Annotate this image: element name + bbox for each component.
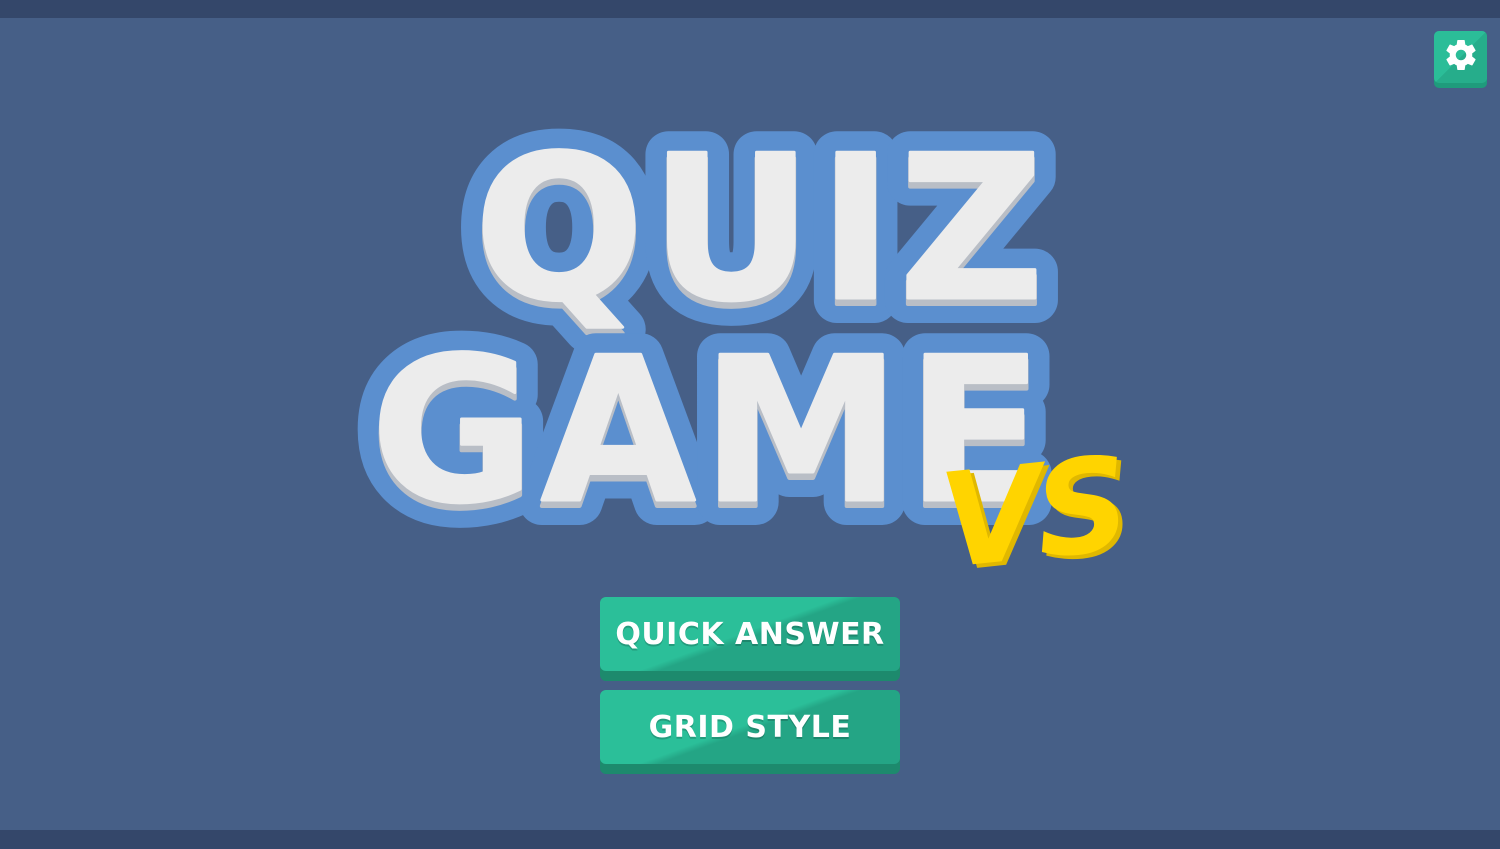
game-logo-art: QUIZ QUIZ QUIZ GAME GAME GAME VS VS: [348, 92, 1136, 601]
grid-style-label: GRID STYLE: [600, 690, 900, 764]
vs-badge-text: VS: [934, 428, 1131, 598]
settings-button[interactable]: [1434, 31, 1487, 88]
bottom-frame-bar: [0, 830, 1500, 849]
quick-answer-label: QUICK ANSWER: [600, 597, 900, 671]
top-frame-bar: [0, 0, 1500, 18]
settings-button-face: [1434, 31, 1487, 83]
game-logo: QUIZ QUIZ QUIZ GAME GAME GAME VS VS: [348, 92, 1150, 601]
vs-badge: VS VS: [934, 428, 1136, 602]
quick-answer-button[interactable]: QUICK ANSWER: [600, 597, 900, 681]
gear-icon: [1443, 37, 1479, 77]
logo-line-quiz: QUIZ: [474, 113, 1050, 346]
grid-style-button[interactable]: GRID STYLE: [600, 690, 900, 774]
